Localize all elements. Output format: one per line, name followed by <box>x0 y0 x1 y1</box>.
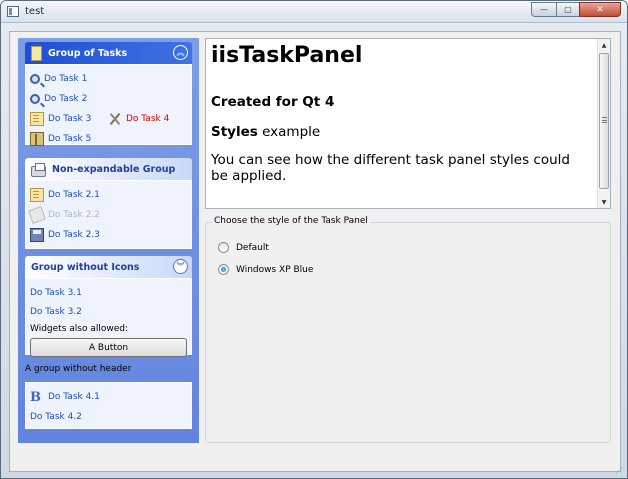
a-button[interactable]: A Button <box>30 338 187 357</box>
radio-button[interactable] <box>218 242 229 253</box>
expand-icon[interactable]: ︾ <box>173 259 188 274</box>
group-title: Non-expandable Group <box>52 163 176 175</box>
task-item[interactable]: Do Task 3.2 <box>30 303 187 321</box>
task-label: Do Task 4.1 <box>48 392 100 402</box>
task-label: Do Task 2.2 <box>48 210 100 220</box>
collapse-icon[interactable]: ︽ <box>173 45 188 60</box>
task-item[interactable]: Do Task 2 <box>30 89 187 109</box>
task-item: Do Task 2.2 <box>28 205 187 225</box>
task-item[interactable]: Do Task 3.1 <box>30 283 187 303</box>
group-body: Do Task 3.1 Do Task 3.2 Widgets also all… <box>25 278 192 357</box>
widgets-label: Widgets also allowed: <box>30 324 128 334</box>
radio-default[interactable]: Default <box>218 242 269 253</box>
document-icon <box>30 112 44 126</box>
text-content: iisTaskPanel Created for Qt 4 Styles exa… <box>211 43 591 196</box>
book-icon <box>30 132 44 146</box>
task-label: Do Task 3.2 <box>30 307 82 317</box>
group-header: Non-expandable Group <box>25 158 192 180</box>
radio-button[interactable] <box>218 264 229 275</box>
size-grip-icon[interactable]: ⋰ <box>615 466 625 476</box>
document-icon <box>30 188 44 202</box>
task-item[interactable]: Do Task 2.3 <box>30 225 187 245</box>
document-icon <box>31 45 42 61</box>
client-area: Group of Tasks ︽ Do Task 1 Do Task 2 Do … <box>9 31 621 472</box>
style-groupbox: Choose the style of the Task Panel Defau… <box>205 216 611 443</box>
task-item[interactable]: B Do Task 4.1 <box>30 387 187 407</box>
task-item[interactable]: Do Task 5 <box>30 129 187 149</box>
group-title: Group of Tasks <box>48 47 128 59</box>
radio-label: Windows XP Blue <box>236 264 314 275</box>
task-label: Do Task 2.3 <box>48 230 100 240</box>
window-title: test <box>25 6 45 17</box>
styles-bold: Styles <box>211 124 258 140</box>
scroll-down-icon[interactable]: ▼ <box>598 196 610 208</box>
task-item[interactable]: Do Task 4 <box>108 109 169 129</box>
task-label: Do Task 3.1 <box>30 288 82 298</box>
zoom-icon <box>30 74 40 84</box>
task-label: Do Task 1 <box>44 74 88 84</box>
app-window: test — ▢ ✕ Group of Tasks ︽ Do Task 1 Do… <box>0 0 628 479</box>
radio-label: Default <box>236 242 269 253</box>
zoom-icon <box>30 94 40 104</box>
scroll-thumb[interactable] <box>599 53 609 189</box>
group-header[interactable]: Group without Icons ︾ <box>25 256 192 278</box>
tools-icon <box>108 112 122 126</box>
subheading: Created for Qt 4 <box>211 94 335 110</box>
group-without-header: B Do Task 4.1 Do Task 4.2 <box>25 382 192 429</box>
window-controls: — ▢ ✕ <box>531 2 621 17</box>
group-body: B Do Task 4.1 Do Task 4.2 <box>25 382 192 429</box>
non-expandable-group: Non-expandable Group Do Task 2.1 Do Task… <box>25 158 192 249</box>
task-label: Do Task 4 <box>126 114 170 124</box>
bold-icon: B <box>30 390 41 405</box>
styles-line: Styles example <box>211 124 591 140</box>
task-item[interactable]: Do Task 3 <box>30 109 108 129</box>
vertical-scrollbar[interactable]: ▲ ▼ <box>597 39 610 208</box>
scroll-up-icon[interactable]: ▲ <box>598 39 610 51</box>
disk-icon <box>30 228 44 242</box>
description: You can see how the different task panel… <box>211 152 570 184</box>
printer-icon <box>31 162 46 177</box>
group-of-tasks: Group of Tasks ︽ Do Task 1 Do Task 2 Do … <box>25 42 192 146</box>
group-title: Group without Icons <box>31 261 140 273</box>
styles-rest: example <box>257 124 321 140</box>
groupbox-title: Choose the style of the Task Panel <box>212 216 370 226</box>
task-label: Do Task 4.2 <box>30 412 82 422</box>
document-icon <box>28 206 46 224</box>
task-label: Do Task 2 <box>44 94 88 104</box>
title-bar[interactable]: test — ▢ ✕ <box>1 1 627 23</box>
task-label: Do Task 5 <box>48 134 92 144</box>
group-body: Do Task 2.1 Do Task 2.2 Do Task 2.3 <box>25 180 192 249</box>
task-panel: Group of Tasks ︽ Do Task 1 Do Task 2 Do … <box>18 38 199 443</box>
app-icon <box>7 6 19 17</box>
task-label: Do Task 2.1 <box>48 190 100 200</box>
group-body: Do Task 1 Do Task 2 Do Task 3 Do Task 4 … <box>25 64 192 146</box>
grip-icon <box>602 117 607 123</box>
task-item[interactable]: Do Task 4.2 <box>30 407 187 427</box>
group-header[interactable]: Group of Tasks ︽ <box>25 42 192 64</box>
page-title: iisTaskPanel <box>211 43 363 68</box>
task-item[interactable]: Do Task 2.1 <box>30 185 187 205</box>
minimize-button[interactable]: — <box>531 2 557 17</box>
group-caption: A group without header <box>25 364 132 374</box>
task-item[interactable]: Do Task 1 <box>30 69 187 89</box>
radio-windows-xp-blue[interactable]: Windows XP Blue <box>218 264 313 275</box>
text-view[interactable]: iisTaskPanel Created for Qt 4 Styles exa… <box>205 38 611 209</box>
task-label: Do Task 3 <box>48 114 92 124</box>
group-without-icons: Group without Icons ︾ Do Task 3.1 Do Tas… <box>25 256 192 357</box>
close-button[interactable]: ✕ <box>579 2 621 17</box>
maximize-button[interactable]: ▢ <box>556 2 580 17</box>
